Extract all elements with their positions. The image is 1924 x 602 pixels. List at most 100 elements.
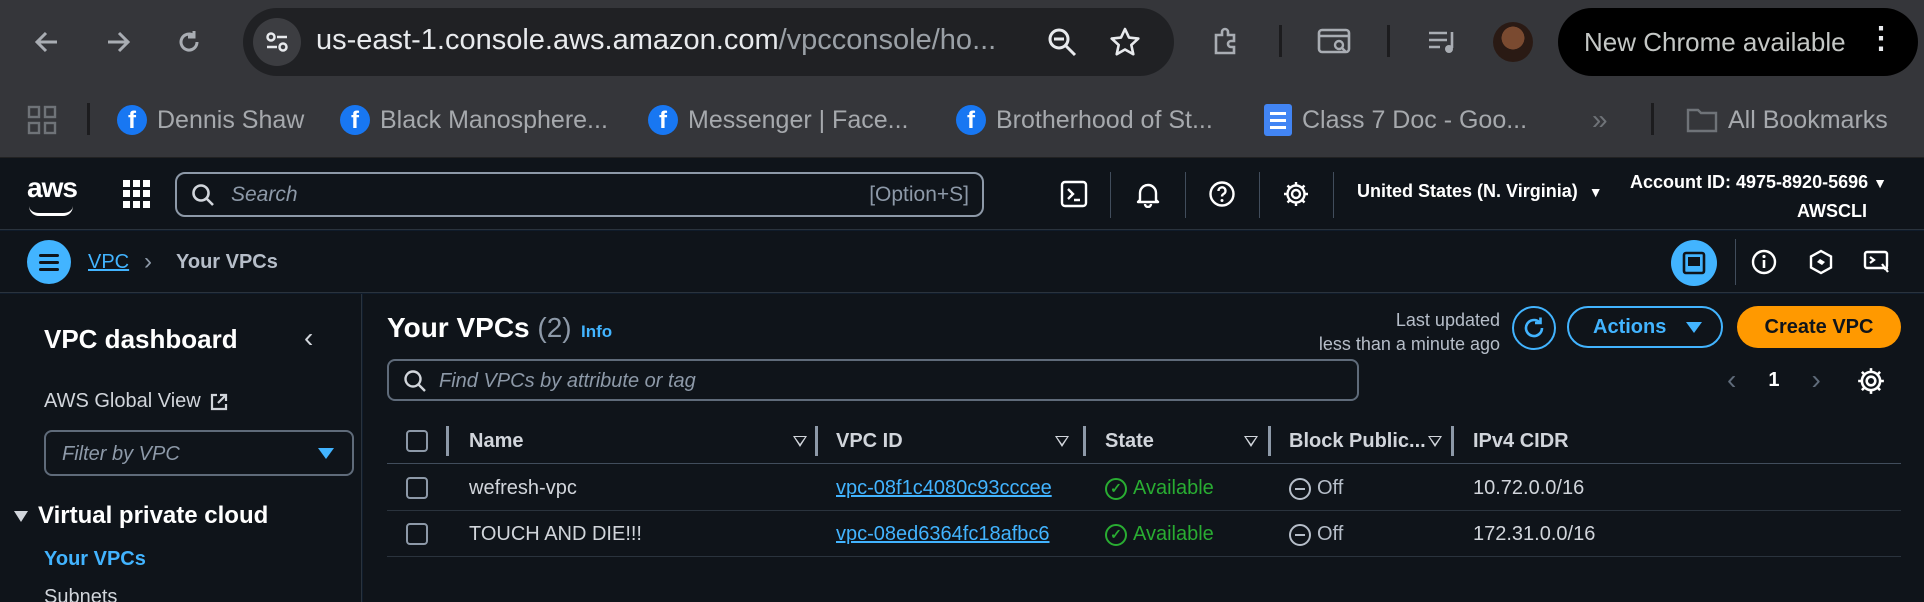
column-divider[interactable] [1268, 426, 1271, 456]
profile-avatar[interactable] [1493, 22, 1533, 62]
table-row[interactable]: wefresh-vpc vpc-08f1c4080c93cccee ✓ Avai… [387, 465, 1901, 511]
column-divider[interactable] [1083, 426, 1086, 456]
previous-page-icon[interactable]: ‹ [1727, 364, 1736, 396]
bookmark-item[interactable]: f Black Manosphere... [340, 102, 608, 138]
bookmark-item[interactable]: f Brotherhood of St... [956, 102, 1213, 138]
console-search-input[interactable]: Search [Option+S] [175, 172, 984, 217]
settings-gear-icon[interactable] [1278, 176, 1314, 212]
sort-caret-icon[interactable] [1244, 436, 1258, 447]
create-vpc-button[interactable]: Create VPC [1737, 306, 1901, 348]
services-menu-icon[interactable] [123, 180, 151, 208]
sort-caret-icon[interactable] [1055, 436, 1069, 447]
table-preferences-gear-icon[interactable] [1856, 366, 1886, 396]
info-panel-icon[interactable] [1747, 245, 1781, 279]
column-divider[interactable] [1451, 426, 1454, 456]
aws-global-view-link[interactable]: AWS Global View [44, 390, 229, 413]
block-public-label: Off [1317, 523, 1344, 545]
next-page-icon[interactable]: › [1811, 364, 1820, 396]
split-panel-icon[interactable] [1671, 240, 1717, 286]
notifications-bell-icon[interactable] [1130, 176, 1166, 212]
sidebar-title[interactable]: VPC dashboard [44, 324, 238, 355]
bookmark-label: Class 7 Doc - Goo... [1302, 105, 1528, 134]
breadcrumb-chevron-icon: › [144, 248, 152, 275]
zoom-icon[interactable] [1042, 22, 1082, 62]
bookmark-item[interactable]: f Dennis Shaw [117, 102, 304, 138]
tab-search-icon[interactable] [1315, 22, 1355, 62]
chrome-menu-icon[interactable]: ⋮ [1866, 24, 1896, 54]
hamburger-menu-icon[interactable] [27, 240, 71, 284]
bookmark-label: Black Manosphere... [380, 105, 608, 134]
block-public-label: Off [1317, 477, 1344, 499]
bookmark-label: Messenger | Face... [688, 105, 909, 134]
sidebar-item-subnets[interactable]: Subnets [44, 586, 117, 602]
filter-placeholder: Filter by VPC [62, 443, 180, 465]
block-public-access: Off [1289, 523, 1343, 546]
vpc-id-link[interactable]: vpc-08ed6364fc18afbc6 [836, 523, 1050, 546]
extensions-icon[interactable] [1206, 22, 1246, 62]
bookmarks-overflow-chevron[interactable]: » [1592, 102, 1608, 138]
region-selector[interactable]: United States (N. Virginia) ▼ [1357, 181, 1603, 202]
region-caret-icon: ▼ [1588, 184, 1603, 200]
column-divider[interactable] [815, 426, 818, 456]
media-controls-icon[interactable] [1423, 22, 1463, 62]
all-bookmarks-label: All Bookmarks [1728, 105, 1888, 134]
account-menu[interactable]: Account ID: 4975-8920-5696 ▼ AWSCLI [1630, 168, 1887, 225]
actions-dropdown-button[interactable]: Actions [1567, 306, 1723, 348]
vpc-id-link[interactable]: vpc-08f1c4080c93cccee [836, 477, 1052, 500]
column-header-ipv4-cidr[interactable]: IPv4 CIDR [1473, 430, 1569, 453]
vpc-state: ✓ Available [1105, 477, 1214, 500]
toolbar-separator [1735, 239, 1736, 285]
sort-caret-icon[interactable] [793, 436, 807, 447]
filter-by-vpc-select[interactable]: Filter by VPC [44, 430, 354, 476]
virtual-private-cloud-section[interactable]: Virtual private cloud [14, 502, 268, 530]
help-icon[interactable] [1204, 176, 1240, 212]
aws-logo[interactable]: aws [27, 172, 78, 216]
feedback-hexagon-icon[interactable] [1804, 245, 1838, 279]
main-content: Your VPCs (2) Info Last updated less tha… [363, 294, 1924, 602]
refresh-button[interactable] [1512, 306, 1556, 350]
expand-caret-icon [14, 510, 28, 522]
all-bookmarks-button[interactable]: All Bookmarks [1686, 102, 1888, 138]
vpc-count: (2) [537, 312, 572, 343]
back-arrow-icon[interactable] [27, 22, 67, 62]
tutorial-panel-icon[interactable] [1860, 245, 1894, 279]
search-icon [404, 370, 426, 392]
sidebar-item-your-vpcs[interactable]: Your VPCs [44, 548, 146, 571]
table-row[interactable]: TOUCH AND DIE!!! vpc-08ed6364fc18afbc6 ✓… [387, 511, 1901, 557]
row-checkbox[interactable] [406, 477, 428, 499]
current-page-number[interactable]: 1 [1768, 369, 1779, 392]
apps-grid-icon[interactable] [27, 102, 57, 138]
address-bar[interactable]: us-east-1.console.aws.amazon.com/vpccons… [243, 8, 1174, 76]
check-circle-icon: ✓ [1105, 523, 1127, 546]
page-title: Your VPCs (2) [387, 312, 572, 344]
search-icon [192, 184, 214, 206]
bookmarks-separator [1651, 103, 1654, 135]
aws-logo-text: aws [27, 172, 78, 203]
site-info-icon[interactable] [253, 18, 301, 66]
bookmarks-bar: f Dennis Shaw f Black Manosphere... f Me… [0, 84, 1924, 158]
select-all-checkbox[interactable] [406, 430, 428, 452]
vpc-name: TOUCH AND DIE!!! [469, 523, 642, 545]
column-header-name[interactable]: Name [469, 430, 523, 453]
facebook-icon: f [648, 105, 678, 135]
new-chrome-available-button[interactable]: New Chrome available ⋮ [1558, 8, 1918, 76]
url-text: us-east-1.console.aws.amazon.com/vpccons… [316, 24, 996, 57]
sort-caret-icon[interactable] [1428, 436, 1442, 447]
forward-arrow-icon[interactable] [98, 22, 138, 62]
aws-console-header: aws Search [Option+S] United States (N. … [0, 158, 1924, 230]
reload-icon[interactable] [169, 22, 209, 62]
bookmark-item[interactable]: f Messenger | Face... [648, 102, 908, 138]
column-header-block-public[interactable]: Block Public... [1289, 430, 1426, 453]
info-link[interactable]: Info [581, 322, 612, 342]
external-link-icon [210, 393, 227, 410]
bookmark-item[interactable]: Class 7 Doc - Goo... [1264, 102, 1527, 138]
bookmark-star-icon[interactable] [1105, 22, 1145, 62]
collapse-sidebar-icon[interactable]: ‹ [304, 322, 313, 354]
breadcrumb-vpc-link[interactable]: VPC [88, 251, 129, 274]
column-header-vpc-id[interactable]: VPC ID [836, 430, 903, 453]
find-vpcs-input[interactable]: Find VPCs by attribute or tag [387, 359, 1359, 401]
column-header-state[interactable]: State [1105, 430, 1154, 453]
check-circle-icon: ✓ [1105, 477, 1127, 500]
cloudshell-icon[interactable] [1056, 176, 1092, 212]
row-checkbox[interactable] [406, 523, 428, 545]
